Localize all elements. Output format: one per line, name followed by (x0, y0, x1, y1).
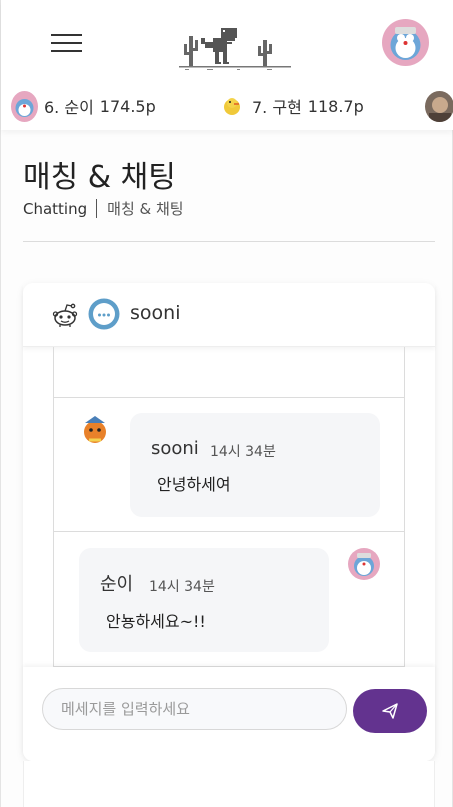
message-row: 순이 14시 34분 안뇽하세요~!! (54, 531, 404, 666)
profile-avatar (425, 90, 453, 122)
duck-avatar (221, 95, 243, 117)
ticker-score: 174.5p (99, 96, 156, 116)
page-title: 매칭 & 채팅 (23, 160, 176, 195)
ranking-ticker: 6. 순이 174.5p 7. 구현 118.7p (1, 88, 453, 124)
top-header: 6. 순이 174.5p 7. 구현 118.7p (1, 0, 453, 130)
breadcrumb: Chatting 매칭 & 채팅 (23, 198, 184, 219)
ticker-rank-name: 6. 순이 (44, 98, 94, 117)
ticker-item[interactable]: 6. 순이 174.5p (11, 88, 156, 124)
app-frame: 6. 순이 174.5p 7. 구현 118.7p 매칭 & 채팅 Chatti… (0, 0, 453, 807)
ticker-rank-name: 7. 구현 (252, 98, 302, 117)
divider (23, 241, 435, 242)
send-button[interactable] (353, 689, 427, 733)
doraemon-avatar (11, 90, 38, 122)
ticker-score: 118.7p (307, 96, 364, 116)
message-bubble: sooni 14시 34분 안녕하세여 (130, 413, 380, 517)
hamburger-menu-icon[interactable] (51, 30, 83, 54)
chat-header: sooni (23, 283, 435, 347)
message-bubble: 순이 14시 34분 안뇽하세요~!! (79, 548, 329, 652)
chat-partner-name: sooni (130, 302, 181, 324)
page-footer-area (23, 761, 435, 807)
message-sender: 순이 (100, 574, 134, 595)
ticker-item[interactable]: 7. 구현 118.7p (221, 88, 364, 124)
ticker-item[interactable] (425, 88, 453, 124)
breadcrumb-root[interactable]: Chatting (23, 200, 87, 218)
message-row: sooni 14시 34분 안녕하세여 (54, 397, 404, 531)
message-time: 14시 34분 (149, 579, 215, 595)
dino-cactus-logo-icon[interactable] (177, 24, 293, 72)
doraemon-avatar[interactable] (382, 19, 429, 66)
chat-card: sooni sooni 14시 34분 안녕하세여 순이 14시 34분 안뇽하… (23, 283, 435, 761)
paper-plane-icon (382, 703, 398, 719)
breadcrumb-separator (96, 199, 98, 218)
message-list[interactable]: sooni 14시 34분 안녕하세여 순이 14시 34분 안뇽하세요~!! (53, 347, 405, 667)
message-time: 14시 34분 (210, 444, 276, 460)
message-text: 안녕하세여 (157, 475, 231, 494)
message-text: 안뇽하세요~!! (106, 612, 206, 631)
message-input[interactable] (42, 688, 347, 730)
doraemon-avatar (348, 548, 380, 580)
sender-avatar (79, 413, 111, 445)
message-sender: sooni (151, 438, 199, 459)
reddit-alien-icon (52, 303, 78, 327)
breadcrumb-current: 매칭 & 채팅 (107, 200, 184, 218)
chat-bubble-icon (88, 298, 120, 330)
message-composer (23, 667, 435, 761)
